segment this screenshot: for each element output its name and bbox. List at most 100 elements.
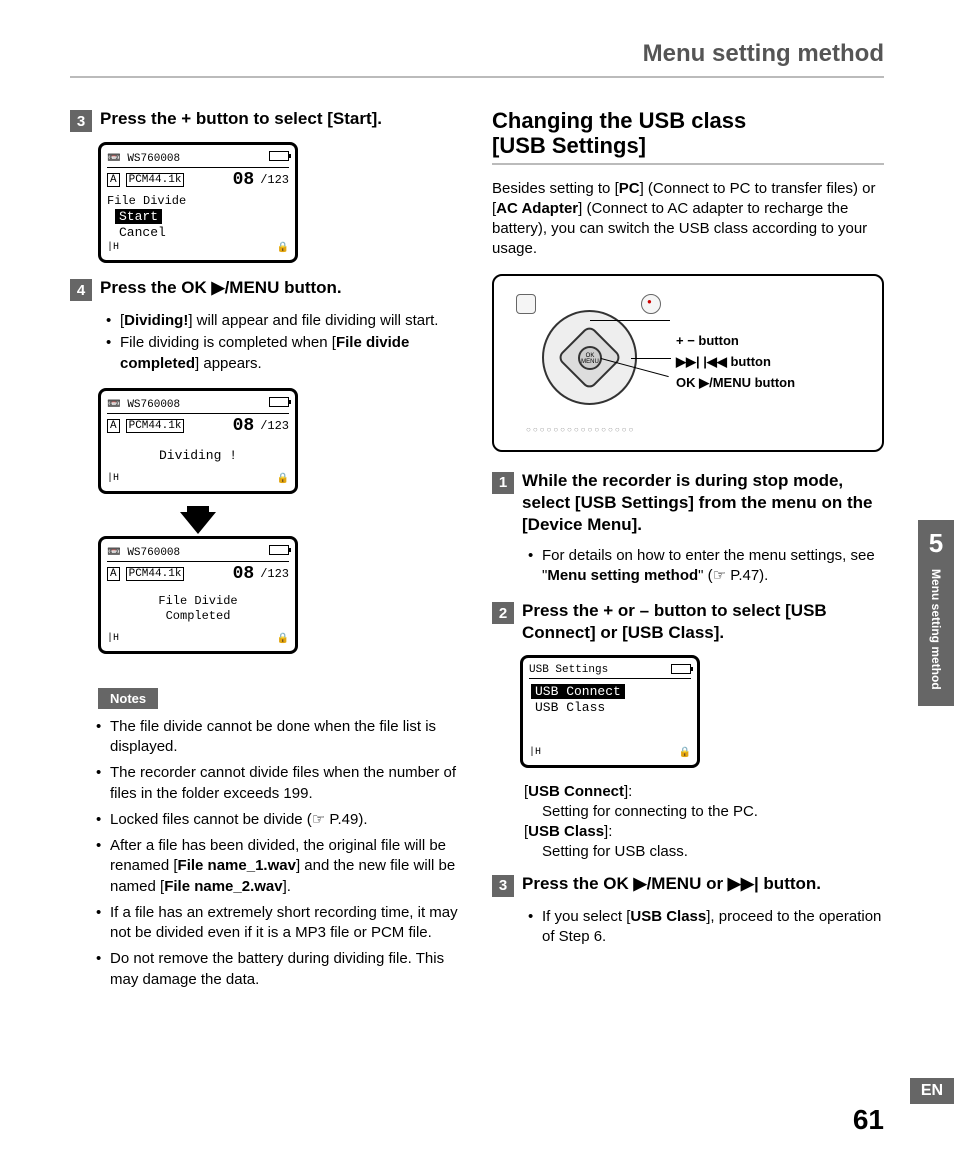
note-item: If a file has an extremely short recordi…: [110, 903, 462, 944]
left-column: 3 Press the + button to select [Start]. …: [70, 108, 462, 996]
option: Cancel: [115, 225, 170, 240]
lcd-screen-file-divide: 📼 WS760008 APCM44.1k08/123 File Divide S…: [98, 142, 298, 263]
t: A: [107, 419, 120, 433]
t: or: [613, 601, 639, 620]
t: Setting for USB class.: [524, 842, 884, 862]
step-number: 1: [492, 472, 514, 494]
t: File dividing is completed when [: [120, 334, 336, 351]
t: File name_2.wav: [164, 878, 282, 895]
t: File Divide: [158, 594, 237, 608]
t: Besides setting to [: [492, 180, 619, 197]
t: ] or [: [590, 623, 628, 642]
t: PC: [619, 180, 640, 197]
t: USB Class: [528, 823, 604, 840]
t: A: [107, 567, 120, 581]
step-3-left: 3 Press the + button to select [Start].: [70, 108, 462, 132]
label-ok-menu: OK ▶/MENU button: [676, 373, 795, 394]
note-item: After a file has been divided, the origi…: [110, 836, 462, 897]
t: Press the: [522, 874, 603, 893]
step-number: 3: [70, 110, 92, 132]
step-number: 3: [492, 875, 514, 897]
device-image: OKMENU ○○○○○○○○○○○○○○○○: [506, 288, 656, 438]
note-item: The file divide cannot be done when the …: [110, 717, 462, 758]
t: WS760008: [127, 547, 180, 559]
device-labels: + − button ▶▶| |◀◀ button OK ▶/MENU butt…: [676, 331, 795, 393]
t: button.: [759, 874, 821, 893]
step-text: Press the OK ▶/MENU button.: [100, 277, 342, 299]
t: button to select [: [649, 601, 791, 620]
t: WS760008: [127, 399, 180, 411]
step-text: While the recorder is during stop mode, …: [522, 470, 884, 536]
note-item: The recorder cannot divide files when th…: [110, 763, 462, 804]
t: USB Class: [628, 623, 714, 642]
t: USB Settings: [529, 664, 608, 676]
t: button.: [279, 278, 341, 297]
description-block: [USB Connect]: Setting for connecting to…: [492, 782, 884, 863]
step-3-bullets: If you select [USB Class], proceed to th…: [492, 907, 884, 948]
t: ]:: [624, 783, 632, 800]
t: ] appears.: [195, 355, 262, 372]
notes-heading: Notes: [98, 688, 158, 709]
header-rule: [70, 76, 884, 78]
t: ].: [372, 109, 382, 128]
step-text: Press the + button to select [Start].: [100, 108, 382, 130]
t: OK ▶/MENU: [603, 874, 701, 893]
t: Press the: [100, 278, 181, 297]
t: Dividing !: [107, 440, 289, 471]
t: Press the: [100, 109, 181, 128]
lcd-screen-usb-settings: USB Settings USB Connect USB Class |H🔒: [520, 655, 700, 768]
t: or: [701, 874, 727, 893]
t: Completed: [166, 609, 231, 623]
t: 123: [267, 173, 289, 187]
lcd-screen-dividing: 📼 WS760008 APCM44.1k08/123 Dividing ! |H…: [98, 388, 298, 494]
t: OK ▶/MENU: [181, 278, 279, 297]
t: USB Settings: [581, 493, 689, 512]
step-3-right: 3 Press the OK ▶/MENU or ▶▶| button.: [492, 873, 884, 897]
t: If you select [: [542, 908, 630, 925]
t: 08: [233, 564, 255, 584]
intro-paragraph: Besides setting to [PC] (Connect to PC t…: [492, 179, 884, 260]
t: WS760008: [127, 153, 180, 165]
t: Dividing!: [124, 312, 188, 329]
t: 08: [233, 416, 255, 436]
chapter-title: Menu setting method: [929, 569, 943, 690]
step-2-right: 2 Press the + or – button to select [USB…: [492, 600, 884, 644]
t: 08: [233, 170, 255, 190]
t: –: [640, 601, 649, 620]
lcd-screen-completed: 📼 WS760008 APCM44.1k08/123 File DivideCo…: [98, 536, 298, 654]
section-rule: [492, 163, 884, 165]
notes-list: The file divide cannot be done when the …: [70, 717, 462, 990]
t: AC Adapter: [496, 200, 578, 217]
t: ].: [714, 623, 724, 642]
t: USB Class: [630, 908, 706, 925]
t: PCM44.1k: [126, 419, 185, 433]
step-number: 4: [70, 279, 92, 301]
t: ▶▶|: [728, 874, 759, 893]
t: button to select [: [191, 109, 333, 128]
step-1-right: 1 While the recorder is during stop mode…: [492, 470, 884, 536]
option: USB Class: [531, 700, 609, 715]
t: Changing the USB class: [492, 108, 746, 133]
step-text: Press the + or – button to select [USB C…: [522, 600, 884, 644]
page-header: Menu setting method: [0, 0, 954, 76]
t: ] will appear and file dividing will sta…: [188, 312, 438, 329]
selected-option: USB Connect: [531, 684, 625, 699]
step-number: 2: [492, 602, 514, 624]
step-text: Press the OK ▶/MENU or ▶▶| button.: [522, 873, 821, 895]
arrow-down-icon: [180, 512, 216, 534]
t: ]:: [604, 823, 612, 840]
label-plus-minus: + − button: [676, 331, 795, 352]
language-tab: EN: [910, 1078, 954, 1104]
t: +: [603, 601, 613, 620]
device-diagram: OKMENU ○○○○○○○○○○○○○○○○ + − button ▶▶| |…: [492, 274, 884, 452]
chapter-number: 5: [918, 528, 954, 559]
t: File Divide: [107, 194, 289, 208]
t: ].: [632, 515, 642, 534]
t: 123: [267, 419, 289, 433]
t: PCM44.1k: [126, 173, 185, 187]
t: [USB Settings]: [492, 133, 646, 158]
t: Menu setting method: [547, 567, 698, 584]
t: USB Connect: [528, 783, 624, 800]
step-1-bullets: For details on how to enter the menu set…: [492, 546, 884, 587]
t: " (☞ P.47).: [698, 567, 768, 584]
